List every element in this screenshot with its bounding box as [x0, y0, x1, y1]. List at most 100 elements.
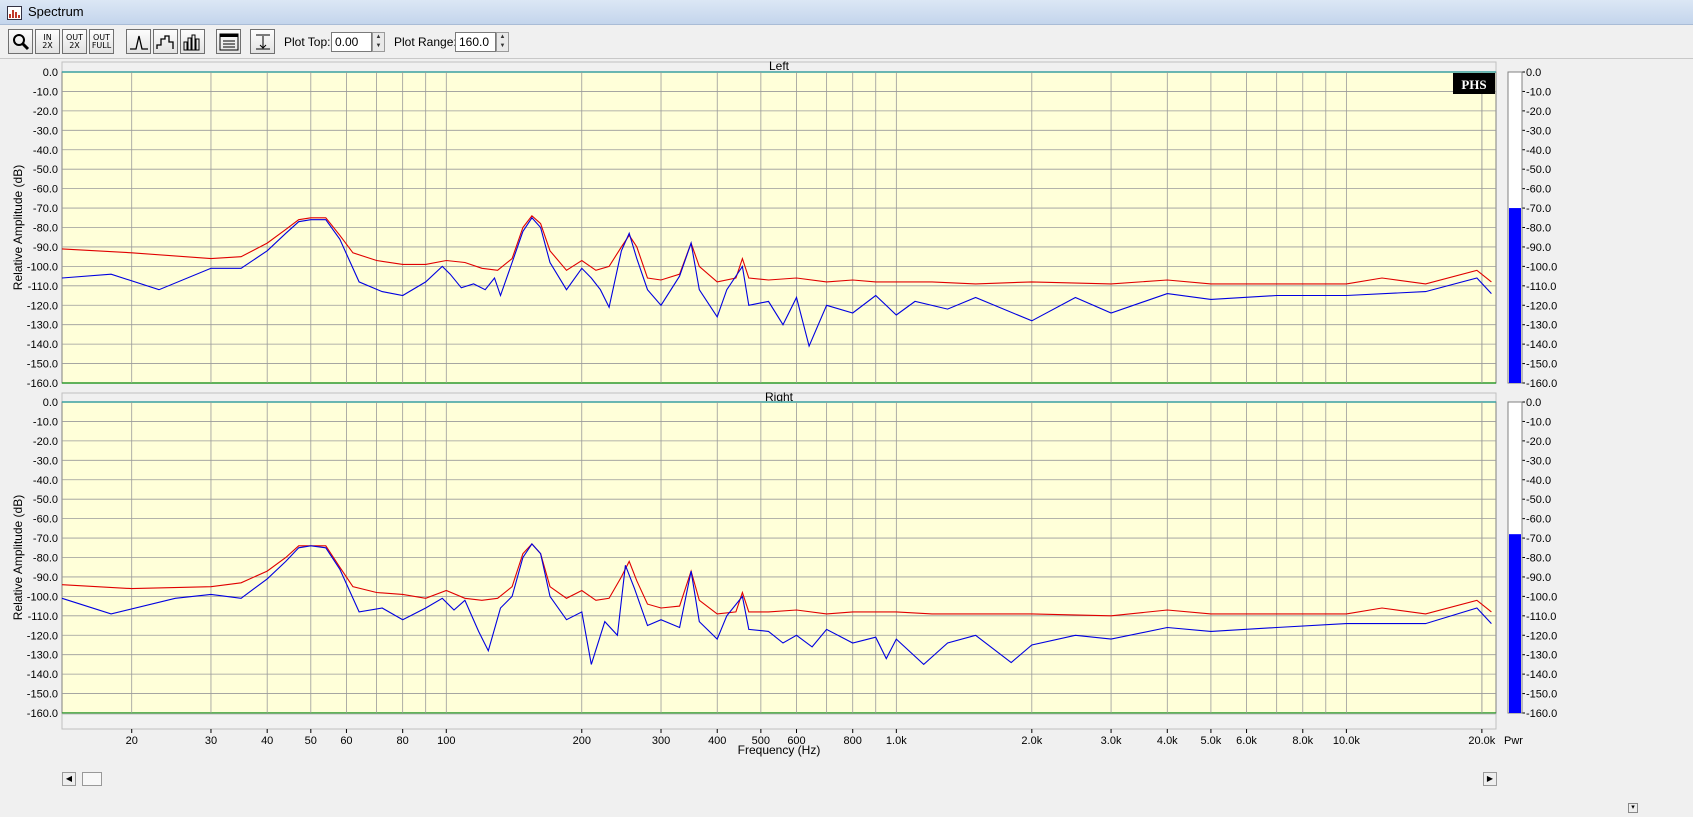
y-tick-label: -50.0	[33, 164, 58, 176]
y-tick-label: -120.0	[27, 630, 58, 642]
meter-tick-label: -20.0	[1526, 106, 1551, 118]
step-graph-button[interactable]	[153, 29, 178, 54]
autoscale-vertical-button[interactable]	[250, 29, 275, 54]
meter-tick-label: -60.0	[1526, 514, 1551, 526]
x-tick-label: 1.0k	[886, 735, 907, 747]
x-tick-label: 10.0k	[1333, 735, 1360, 747]
y-tick-label: -160.0	[27, 708, 58, 720]
x-tick-label: 60	[340, 735, 352, 747]
y-tick-label: -40.0	[33, 145, 58, 157]
spectrum-plot-area[interactable]: Left 0.0 0.0 -10.0 -10.0 -20.0 -20.0 -30.0 -30.0…	[0, 58, 1693, 817]
meter-tick-label: -20.0	[1526, 436, 1551, 448]
vertical-range-icon	[255, 34, 270, 49]
y-tick-label: -140.0	[27, 669, 58, 681]
pwr-menu-button[interactable]: ▾	[1628, 803, 1638, 813]
meter-tick-label: -30.0	[1526, 455, 1551, 467]
phs-badge: PHS	[1461, 77, 1486, 92]
settings-panel-icon	[219, 33, 238, 50]
meter-tick-label: -90.0	[1526, 572, 1551, 584]
y-tick-label: -70.0	[33, 533, 58, 545]
x-tick-label: 3.0k	[1101, 735, 1122, 747]
zoom-out-2x-button[interactable]: OUT 2X	[62, 29, 87, 54]
y-tick-label: -40.0	[33, 475, 58, 487]
y-tick-label: -80.0	[33, 223, 58, 235]
y-tick-label: -160.0	[27, 378, 58, 390]
meter-tick-label: -40.0	[1526, 475, 1551, 487]
meter-tick-label: -150.0	[1526, 359, 1557, 371]
y-tick-label: -30.0	[33, 125, 58, 137]
y-tick-label: -140.0	[27, 339, 58, 351]
y-tick-label: -110.0	[28, 611, 58, 623]
plot-range-label: Plot Range:	[394, 35, 457, 49]
bar-graph-icon	[183, 34, 199, 50]
y-tick-label: -150.0	[27, 359, 58, 371]
x-tick-label: 80	[397, 735, 409, 747]
step-graph-icon	[155, 34, 174, 49]
zoom-out-full-button[interactable]: OUT FULL	[89, 29, 114, 54]
y-tick-label: -90.0	[33, 242, 58, 254]
x-tick-label: 100	[437, 735, 455, 747]
y-tick-label: 0.0	[43, 397, 58, 409]
y-axis-label: Relative Amplitude (dB)	[11, 165, 25, 290]
meter-tick-label: 0.0	[1526, 67, 1541, 79]
meter-tick-label: -100.0	[1526, 591, 1557, 603]
zoom-in-2x-button[interactable]: IN 2X	[35, 29, 60, 54]
meter-tick-label: -40.0	[1526, 145, 1551, 157]
line-graph-icon	[129, 35, 148, 50]
x-tick-label: 50	[305, 735, 317, 747]
x-tick-label: 40	[261, 735, 273, 747]
plot-top-label: Plot Top:	[284, 35, 331, 49]
y-tick-label: -60.0	[33, 184, 58, 196]
plot-range-input[interactable]	[455, 32, 496, 52]
title-bar: Spectrum	[0, 0, 1693, 25]
scroll-right-button[interactable]: ▶	[1483, 772, 1497, 786]
y-tick-label: -130.0	[27, 650, 58, 662]
power-meter-bar	[1509, 534, 1521, 713]
y-tick-label: -100.0	[27, 591, 58, 603]
toolbar: IN 2X OUT 2X OUT FULL Plot Top: ▲▼ Plot …	[0, 25, 1693, 59]
meter-tick-label: -130.0	[1526, 320, 1557, 332]
meter-tick-label: 0.0	[1526, 397, 1541, 409]
meter-tick-label: -50.0	[1526, 164, 1551, 176]
meter-tick-label: -140.0	[1526, 669, 1557, 681]
y-tick-label: -150.0	[27, 689, 58, 701]
pwr-label: Pwr	[1504, 735, 1523, 747]
bar-graph-button[interactable]	[180, 29, 205, 54]
meter-tick-label: -120.0	[1526, 630, 1557, 642]
y-tick-label: -30.0	[33, 455, 58, 467]
x-tick-label: 5.0k	[1201, 735, 1222, 747]
meter-tick-label: -110.0	[1526, 281, 1556, 293]
y-tick-label: -80.0	[33, 553, 58, 565]
x-tick-label: 200	[573, 735, 591, 747]
x-tick-label: 300	[652, 735, 670, 747]
meter-tick-label: -120.0	[1526, 300, 1557, 312]
x-tick-label: 20	[126, 735, 138, 747]
y-tick-label: -50.0	[33, 494, 58, 506]
meter-tick-label: -80.0	[1526, 553, 1551, 565]
horizontal-scroll-thumb[interactable]	[82, 772, 102, 786]
x-tick-label: 4.0k	[1157, 735, 1178, 747]
zoom-out-full-label-bottom: FULL	[91, 40, 112, 50]
x-tick-label: 2.0k	[1021, 735, 1042, 747]
y-tick-label: -130.0	[27, 320, 58, 332]
plot-top-input[interactable]	[331, 32, 372, 52]
y-tick-label: -10.0	[33, 416, 58, 428]
x-tick-label: 20.0k	[1468, 735, 1495, 747]
options-dialog-button[interactable]	[216, 29, 241, 54]
zoom-out-2x-label-bottom: 2X	[69, 40, 80, 50]
x-tick-label: 6.0k	[1236, 735, 1257, 747]
y-tick-label: -60.0	[33, 514, 58, 526]
horizontal-scrollbar-track	[61, 713, 1497, 730]
meter-tick-label: -70.0	[1526, 203, 1551, 215]
panel-title: Left	[769, 59, 790, 73]
x-tick-label: 400	[708, 735, 726, 747]
scroll-left-button[interactable]: ◀	[62, 772, 76, 786]
x-tick-label: 30	[205, 735, 217, 747]
y-tick-label: 0.0	[43, 67, 58, 79]
zoom-tool-button[interactable]	[8, 29, 33, 54]
plot-range-spinner[interactable]: ▲ ▼	[496, 32, 509, 52]
plot-top-spinner[interactable]: ▲ ▼	[372, 32, 385, 52]
meter-tick-label: -50.0	[1526, 494, 1551, 506]
line-graph-button[interactable]	[126, 29, 151, 54]
window-title: Spectrum	[28, 4, 84, 19]
